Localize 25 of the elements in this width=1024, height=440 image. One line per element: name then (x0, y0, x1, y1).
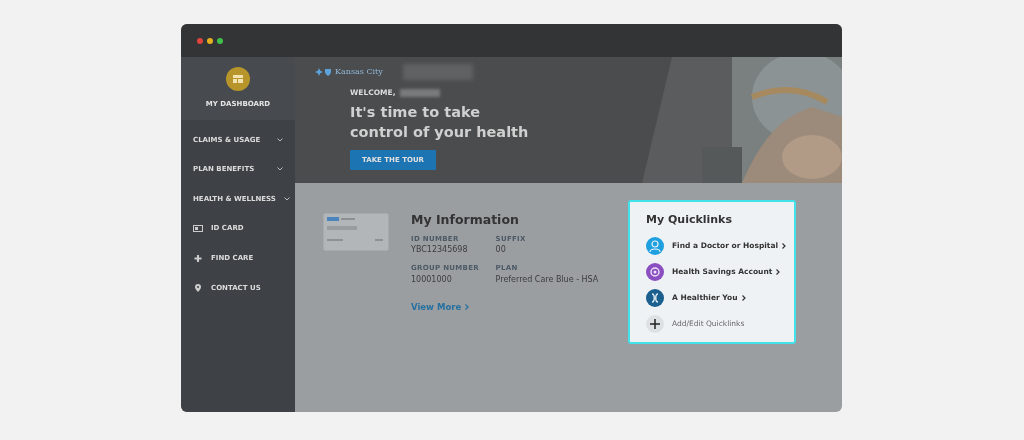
blurred-name (399, 88, 440, 97)
hero-headline: It's time to take control of your health (350, 103, 530, 143)
plus-icon[interactable] (646, 314, 664, 333)
card-title: My Quicklinks (646, 212, 733, 228)
field-value: YBC12345698 (411, 244, 469, 257)
location-pin-icon (193, 283, 203, 292)
id-card-icon (193, 225, 203, 233)
field-value: 10001000 (411, 273, 453, 286)
field-value: 00 (495, 244, 507, 257)
chevron-right-icon (741, 294, 746, 301)
chevron-right-icon (776, 268, 781, 275)
plus-icon (193, 254, 203, 262)
logo-text: Kansas City (335, 66, 383, 78)
chevron-down-icon[interactable] (277, 167, 283, 172)
chevron-right-icon (782, 242, 787, 249)
section-title: My Information (411, 211, 520, 229)
field-value: Preferred Care Blue - HSA (495, 273, 600, 286)
dashboard-icon[interactable] (226, 67, 250, 92)
chevron-down-icon[interactable] (277, 137, 283, 142)
close-dot-icon[interactable] (197, 37, 203, 44)
logo-icon (315, 68, 331, 76)
minimize-dot-icon[interactable] (207, 37, 213, 44)
chevron-down-icon[interactable] (283, 197, 290, 201)
chevron-right-icon (465, 304, 470, 311)
maximize-dot-icon[interactable] (217, 37, 223, 44)
